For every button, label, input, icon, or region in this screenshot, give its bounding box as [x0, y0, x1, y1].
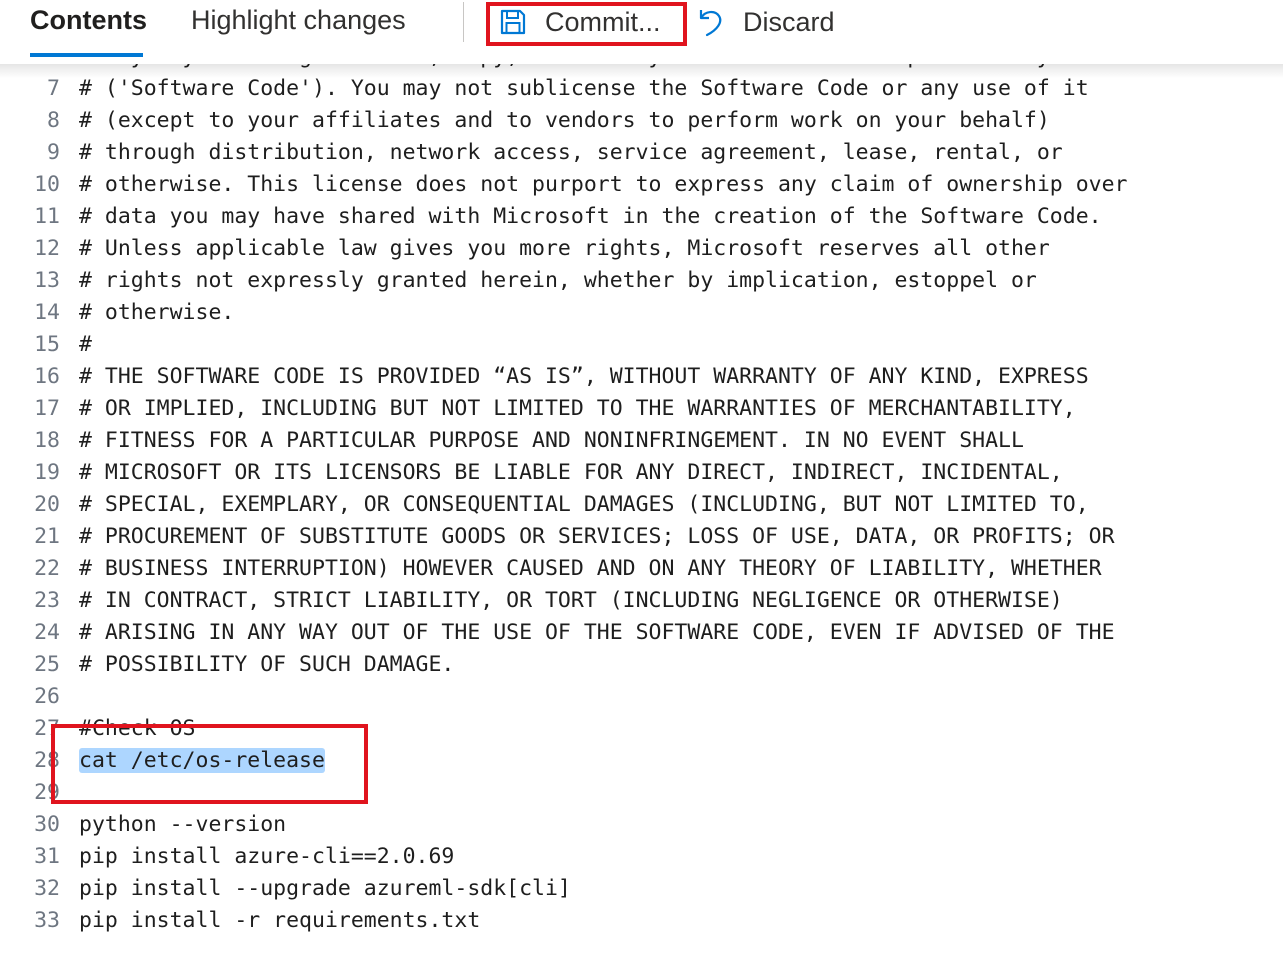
line-number: 25 [34, 652, 60, 677]
code-line[interactable]: 33 pip install -r requirements.txt [0, 905, 1283, 937]
code-line[interactable]: 23 # IN CONTRACT, STRICT LIABILITY, OR TO… [0, 585, 1283, 617]
code-line[interactable]: 15 # [0, 329, 1283, 361]
code-editor[interactable]: 6# royalty-free right to use, copy, and … [0, 58, 1283, 957]
code-text[interactable]: # otherwise. [79, 297, 234, 329]
code-text[interactable]: # Unless applicable law gives you more r… [79, 233, 1050, 265]
code-line[interactable]: 27 #Check OS [0, 713, 1283, 745]
discard-label: Discard [743, 6, 835, 37]
code-text[interactable]: # MICROSOFT OR ITS LICENSORS BE LIABLE F… [79, 457, 1063, 489]
code-text[interactable]: # THE SOFTWARE CODE IS PROVIDED “AS IS”,… [79, 361, 1089, 393]
code-line[interactable]: 30 python --version [0, 809, 1283, 841]
line-number: 12 [34, 236, 60, 261]
selection-highlight: cat /etc/os-release [79, 748, 325, 773]
code-line[interactable]: 14 # otherwise. [0, 297, 1283, 329]
code-line[interactable]: 11 # data you may have shared with Micros… [0, 201, 1283, 233]
code-text[interactable]: # through distribution, network access, … [79, 137, 1063, 169]
code-line[interactable]: 17 # OR IMPLIED, INCLUDING BUT NOT LIMITE… [0, 393, 1283, 425]
code-text[interactable]: # PROCUREMENT OF SUBSTITUTE GOODS OR SER… [79, 521, 1115, 553]
code-line[interactable]: 26 [0, 681, 1283, 713]
line-number: 9 [47, 140, 60, 165]
code-text[interactable]: # POSSIBILITY OF SUCH DAMAGE. [79, 649, 454, 681]
tab-highlight-changes[interactable]: Highlight changes [191, 4, 406, 36]
selected-code-text[interactable]: cat /etc/os-release [79, 745, 325, 777]
code-line[interactable]: 28 cat /etc/os-release [0, 745, 1283, 777]
code-line[interactable]: 16 # THE SOFTWARE CODE IS PROVIDED “AS IS… [0, 361, 1283, 393]
line-number: 14 [34, 300, 60, 325]
line-number: 30 [34, 812, 60, 837]
save-icon [499, 8, 527, 36]
line-number: 15 [34, 332, 60, 357]
line-number: 17 [34, 396, 60, 421]
code-line[interactable]: 24 # ARISING IN ANY WAY OUT OF THE USE OF… [0, 617, 1283, 649]
code-line[interactable]: 22 # BUSINESS INTERRUPTION) HOWEVER CAUSE… [0, 553, 1283, 585]
code-line[interactable]: 31 pip install azure-cli==2.0.69 [0, 841, 1283, 873]
code-text[interactable]: # otherwise. This license does not purpo… [79, 169, 1127, 201]
code-text[interactable]: pip install --upgrade azureml-sdk[cli] [79, 873, 571, 905]
toolbar-shadow [0, 64, 1283, 78]
code-line[interactable]: 18 # FITNESS FOR A PARTICULAR PURPOSE AND… [0, 425, 1283, 457]
code-text[interactable]: # [79, 329, 92, 361]
code-text[interactable]: python --version [79, 809, 286, 841]
commit-button[interactable]: Commit... [499, 0, 661, 44]
code-text[interactable]: #Check OS [79, 713, 196, 745]
line-number: 29 [34, 780, 60, 805]
line-number: 22 [34, 556, 60, 581]
line-number: 31 [34, 844, 60, 869]
code-line[interactable]: 13 # rights not expressly granted herein,… [0, 265, 1283, 297]
code-text[interactable]: # rights not expressly granted herein, w… [79, 265, 1037, 297]
code-line[interactable]: 8 # (except to your affiliates and to ven… [0, 105, 1283, 137]
line-number: 27 [34, 716, 60, 741]
code-text[interactable]: # data you may have shared with Microsof… [79, 201, 1102, 233]
line-number: 18 [34, 428, 60, 453]
discard-button[interactable]: Discard [697, 0, 835, 44]
line-number: 13 [34, 268, 60, 293]
line-number: 16 [34, 364, 60, 389]
code-line[interactable]: 32 pip install --upgrade azureml-sdk[cli] [0, 873, 1283, 905]
line-number: 20 [34, 492, 60, 517]
code-text[interactable]: # SPECIAL, EXEMPLARY, OR CONSEQUENTIAL D… [79, 489, 1089, 521]
commit-label: Commit... [545, 6, 661, 37]
code-text[interactable]: # BUSINESS INTERRUPTION) HOWEVER CAUSED … [79, 553, 1102, 585]
active-tab-indicator [30, 53, 143, 57]
line-number: 10 [34, 172, 60, 197]
toolbar-divider [463, 2, 464, 42]
undo-icon [697, 6, 725, 38]
code-line[interactable]: 12 # Unless applicable law gives you more… [0, 233, 1283, 265]
tab-contents[interactable]: Contents [30, 4, 147, 36]
code-line[interactable]: 9 # through distribution, network access,… [0, 137, 1283, 169]
code-line[interactable]: 20 # SPECIAL, EXEMPLARY, OR CONSEQUENTIAL… [0, 489, 1283, 521]
code-line[interactable]: 21 # PROCUREMENT OF SUBSTITUTE GOODS OR S… [0, 521, 1283, 553]
line-number: 24 [34, 620, 60, 645]
code-text[interactable]: # (except to your affiliates and to vend… [79, 105, 1050, 137]
line-number: 8 [47, 108, 60, 133]
editor-toolbar: Contents Highlight changes Commit... Dis… [0, 0, 1283, 64]
line-number: 26 [34, 684, 60, 709]
code-text[interactable]: pip install -r requirements.txt [79, 905, 480, 937]
line-number: 33 [34, 908, 60, 933]
code-text[interactable]: # ARISING IN ANY WAY OUT OF THE USE OF T… [79, 617, 1115, 649]
line-number: 32 [34, 876, 60, 901]
code-text[interactable]: # OR IMPLIED, INCLUDING BUT NOT LIMITED … [79, 393, 1076, 425]
code-text[interactable]: # FITNESS FOR A PARTICULAR PURPOSE AND N… [79, 425, 1024, 457]
code-text[interactable]: # IN CONTRACT, STRICT LIABILITY, OR TORT… [79, 585, 1063, 617]
code-line[interactable]: 19 # MICROSOFT OR ITS LICENSORS BE LIABLE… [0, 457, 1283, 489]
line-number: 11 [34, 204, 60, 229]
line-number: 23 [34, 588, 60, 613]
line-number: 19 [34, 460, 60, 485]
code-text[interactable]: pip install azure-cli==2.0.69 [79, 841, 454, 873]
line-number: 21 [34, 524, 60, 549]
code-line[interactable]: 10 # otherwise. This license does not pur… [0, 169, 1283, 201]
line-number: 28 [34, 748, 60, 773]
code-line[interactable]: 29 [0, 777, 1283, 809]
code-line[interactable]: 25 # POSSIBILITY OF SUCH DAMAGE. [0, 649, 1283, 681]
